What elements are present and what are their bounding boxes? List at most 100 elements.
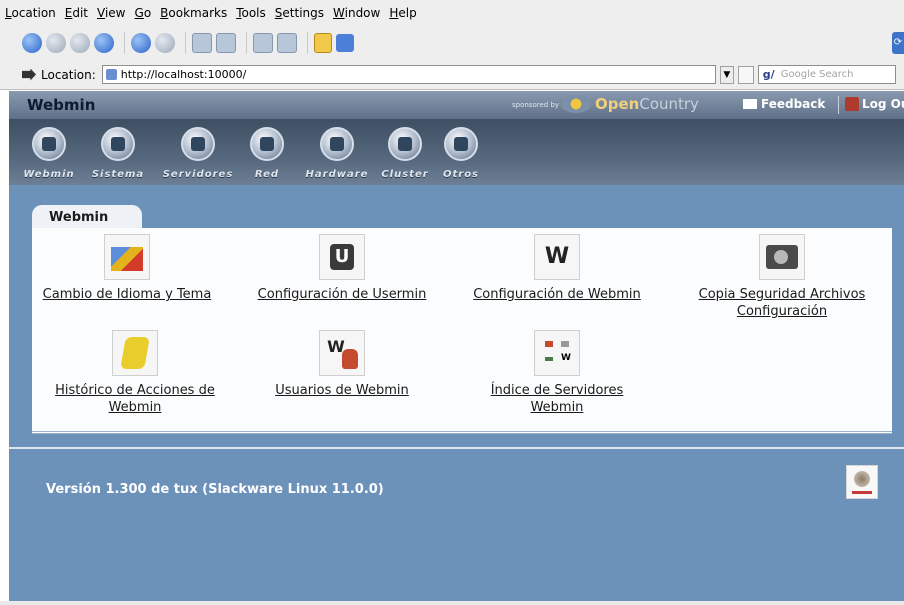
webmin-config-icon: W bbox=[534, 234, 580, 280]
logout-link[interactable]: Log Ou bbox=[845, 97, 904, 111]
usermin-config-icon: U bbox=[319, 234, 365, 280]
module-name: Índice de Servidores Webmin bbox=[490, 383, 624, 415]
module-backup-config[interactable]: Copia Seguridad Archivos Configuración bbox=[677, 234, 887, 320]
menu-tools[interactable]: Tools bbox=[236, 6, 266, 20]
module-name: Configuración de Webmin bbox=[473, 287, 641, 302]
module-usermin-config[interactable]: U Configuración de Usermin bbox=[237, 234, 447, 303]
main-content: Webmin Cambio de Idioma y Tema U Configu… bbox=[9, 185, 904, 601]
go-button[interactable] bbox=[737, 65, 754, 84]
system-icon bbox=[101, 127, 135, 161]
feedback-link[interactable]: Feedback bbox=[743, 97, 825, 111]
category-label: Webmin bbox=[23, 169, 75, 180]
module-name: Cambio de Idioma y Tema bbox=[42, 287, 212, 302]
forward-icon[interactable] bbox=[46, 33, 66, 53]
reload-icon[interactable] bbox=[131, 33, 151, 53]
browser-toolbar: ⟳ bbox=[0, 26, 904, 60]
opencountry-country: Country bbox=[639, 95, 699, 113]
others-icon bbox=[444, 127, 478, 161]
menu-help[interactable]: Help bbox=[389, 6, 416, 20]
category-label: Hardware bbox=[305, 169, 369, 180]
back-icon[interactable] bbox=[22, 33, 42, 53]
home-icon[interactable] bbox=[94, 33, 114, 53]
webmin-header: Webmin sponsored by Open Country Feedbac… bbox=[9, 91, 904, 119]
backup-config-icon bbox=[759, 234, 805, 280]
location-arrow-icon bbox=[22, 68, 36, 81]
category-label: Otros bbox=[442, 169, 480, 180]
category-sistema[interactable]: Sistema bbox=[92, 127, 143, 180]
envelope-icon bbox=[743, 99, 757, 109]
webmin-logo-icon[interactable] bbox=[846, 465, 878, 499]
module-name: Configuración de Usermin bbox=[257, 287, 427, 302]
webmin-users-icon: W bbox=[319, 330, 365, 376]
feedback-label: Feedback bbox=[761, 97, 826, 111]
find-icon[interactable] bbox=[216, 33, 236, 53]
language-theme-icon bbox=[104, 234, 150, 280]
module-name: Usuarios de Webmin bbox=[275, 383, 409, 398]
opencountry-open: Open bbox=[595, 95, 640, 113]
module-action-log[interactable]: Histórico de Acciones de Webmin bbox=[30, 330, 240, 416]
location-label-text: Location: bbox=[41, 67, 96, 82]
throbber-icon: ⟳ bbox=[892, 32, 904, 54]
menu-location[interactable]: Location bbox=[5, 6, 56, 20]
menu-settings[interactable]: Settings bbox=[275, 6, 324, 20]
toolbar-separator bbox=[124, 32, 125, 54]
menu-window[interactable]: Window bbox=[333, 6, 380, 20]
opencountry-logo[interactable]: Open Country bbox=[561, 95, 699, 113]
category-label: Servidores bbox=[162, 169, 234, 180]
search-engine-icon[interactable]: g/ bbox=[763, 68, 775, 81]
favicon-icon bbox=[105, 69, 117, 80]
category-label: Cluster bbox=[381, 169, 429, 180]
tab-webmin[interactable]: Webmin bbox=[32, 205, 142, 230]
toolbar-separator bbox=[185, 32, 186, 54]
module-webmin-config[interactable]: W Configuración de Webmin bbox=[452, 234, 662, 303]
category-hardware[interactable]: Hardware bbox=[306, 127, 367, 180]
url-text: http://localhost:10000/ bbox=[120, 68, 247, 81]
search-input[interactable]: g/ Google Search bbox=[757, 65, 896, 84]
menu-view[interactable]: View bbox=[97, 6, 125, 20]
module-panel: Cambio de Idioma y Tema U Configuración … bbox=[32, 228, 892, 434]
action-log-icon bbox=[112, 330, 158, 376]
print-icon[interactable] bbox=[192, 33, 212, 53]
network-icon bbox=[250, 127, 284, 161]
menu-bar: Location Edit View Go Bookmarks Tools Se… bbox=[0, 0, 904, 26]
webmin-title: Webmin bbox=[27, 96, 96, 114]
security-lock-icon[interactable] bbox=[314, 33, 332, 53]
zoom-out-icon[interactable] bbox=[277, 33, 297, 53]
toolbar-separator bbox=[307, 32, 308, 54]
server-index-icon: W bbox=[534, 330, 580, 376]
category-cluster[interactable]: Cluster bbox=[380, 127, 430, 180]
menu-edit[interactable]: Edit bbox=[65, 6, 88, 20]
stop-icon[interactable] bbox=[155, 33, 175, 53]
up-icon[interactable] bbox=[70, 33, 90, 53]
cluster-icon bbox=[388, 127, 422, 161]
download-icon[interactable] bbox=[336, 34, 354, 52]
logout-label: Log Ou bbox=[862, 97, 904, 111]
category-webmin[interactable]: Webmin bbox=[23, 127, 74, 180]
category-red[interactable]: Red bbox=[242, 127, 292, 180]
category-servidores[interactable]: Servidores bbox=[163, 127, 232, 180]
logout-icon bbox=[845, 97, 859, 111]
location-label: Location: bbox=[22, 68, 96, 82]
left-frame-edge bbox=[0, 91, 9, 605]
zoom-in-icon[interactable] bbox=[253, 33, 273, 53]
category-otros[interactable]: Otros bbox=[441, 127, 481, 180]
category-bar: Webmin Sistema Servidores Red Hardware C… bbox=[9, 119, 904, 185]
menu-bookmarks[interactable]: Bookmarks bbox=[160, 6, 227, 20]
servers-icon bbox=[181, 127, 215, 161]
category-label: Sistema bbox=[91, 169, 145, 180]
version-text: Versión 1.300 de tux (Slackware Linux 11… bbox=[46, 482, 384, 497]
toolbar-separator bbox=[246, 32, 247, 54]
module-language-theme[interactable]: Cambio de Idioma y Tema bbox=[22, 234, 232, 303]
webmin-icon bbox=[32, 127, 66, 161]
module-webmin-users[interactable]: W Usuarios de Webmin bbox=[237, 330, 447, 399]
location-bar: Location: http://localhost:10000/ ▼ g/ G… bbox=[0, 60, 904, 90]
module-name: Histórico de Acciones de Webmin bbox=[55, 383, 215, 415]
url-history-dropdown[interactable]: ▼ bbox=[719, 65, 734, 84]
hardware-icon bbox=[320, 127, 354, 161]
module-server-index[interactable]: W Índice de Servidores Webmin bbox=[452, 330, 662, 416]
module-name: Copia Seguridad Archivos Configuración bbox=[698, 287, 866, 319]
tab-label: Webmin bbox=[49, 210, 109, 225]
menu-go[interactable]: Go bbox=[135, 6, 152, 20]
url-input[interactable]: http://localhost:10000/ bbox=[101, 65, 716, 84]
header-divider bbox=[838, 96, 839, 114]
